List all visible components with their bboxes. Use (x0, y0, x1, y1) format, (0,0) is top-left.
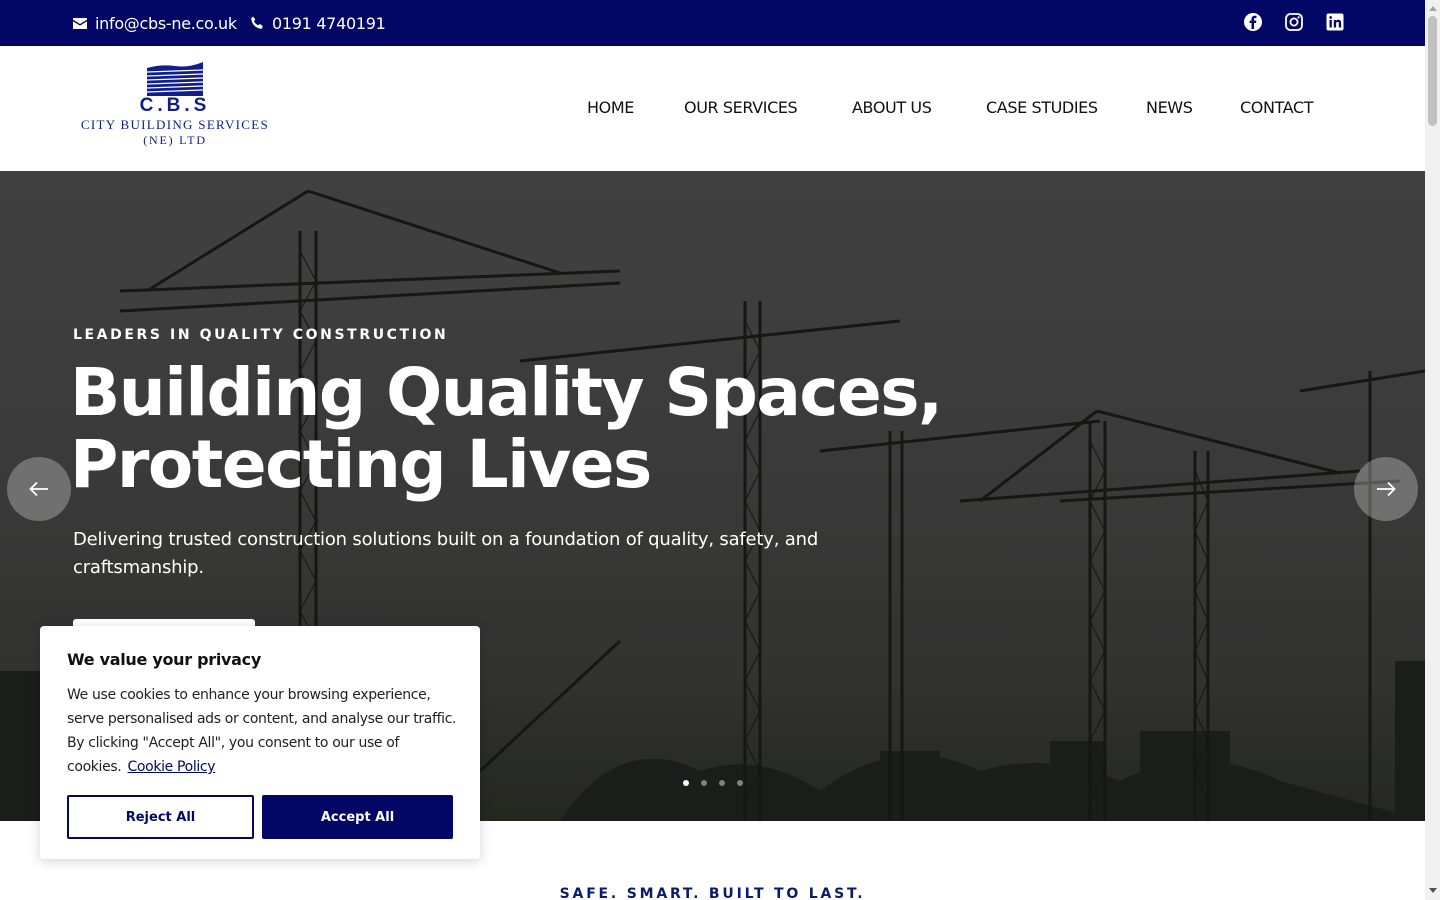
slider-dot[interactable] (737, 780, 743, 786)
nav-item-case-studies[interactable]: CASE STUDIES (986, 98, 1098, 117)
hero-headline-line-1: Building Quality Spaces, (70, 354, 943, 431)
logo-company-name: CITY BUILDING SERVICES (80, 117, 270, 132)
scroll-up-arrow-icon[interactable] (1429, 6, 1437, 11)
arrow-right-icon (1377, 481, 1396, 497)
slider-next-button[interactable] (1354, 457, 1418, 521)
nav-item-news[interactable]: NEWS (1146, 98, 1193, 117)
linkedin-icon[interactable] (1325, 12, 1345, 32)
reject-all-button[interactable]: Reject All (67, 795, 254, 839)
scroll-down-arrow-icon[interactable] (1429, 888, 1437, 893)
slider-dot[interactable] (683, 780, 689, 786)
hero-eyebrow: LEADERS IN QUALITY CONSTRUCTION (73, 327, 449, 343)
accept-all-button[interactable]: Accept All (262, 795, 453, 839)
email-link[interactable]: info@cbs-ne.co.uk (73, 0, 237, 46)
nav-item-contact[interactable]: CONTACT (1240, 98, 1313, 117)
page-scrollbar[interactable] (1425, 0, 1440, 900)
slider-prev-button[interactable] (7, 457, 71, 521)
arrow-left-icon (29, 481, 48, 497)
cookie-title: We value your privacy (67, 650, 261, 669)
slider-dot[interactable] (701, 780, 707, 786)
hero-headline: Building Quality Spaces, Protecting Live… (70, 354, 943, 503)
site-header: C.B.S CITY BUILDING SERVICES (NE) LTD HO… (0, 46, 1425, 171)
phone-icon (251, 16, 263, 29)
cookie-message-text: We use cookies to enhance your browsing … (67, 687, 457, 775)
nav-item-home[interactable]: HOME (587, 98, 634, 117)
nav-item-our-services[interactable]: OUR SERVICES (684, 98, 798, 117)
facebook-icon[interactable] (1243, 12, 1263, 32)
logo-abbreviation: C.B.S (139, 95, 211, 116)
cookie-message: We use cookies to enhance your browsing … (67, 683, 457, 779)
slider-pagination (683, 780, 743, 786)
hero-subheading: Delivering trusted construction solution… (73, 529, 819, 578)
top-bar: info@cbs-ne.co.uk 0191 4740191 (0, 0, 1425, 46)
phone-text: 0191 4740191 (272, 13, 386, 33)
section-tagline: SAFE. SMART. BUILT TO LAST. (559, 886, 866, 900)
instagram-icon[interactable] (1284, 12, 1304, 32)
phone-link[interactable]: 0191 4740191 (250, 0, 386, 46)
envelope-icon (73, 17, 87, 29)
logo-company-suffix: (NE) LTD (143, 133, 207, 147)
building-logo-icon (147, 62, 203, 96)
slider-dot[interactable] (719, 780, 725, 786)
email-text: info@cbs-ne.co.uk (95, 13, 237, 33)
company-logo[interactable]: C.B.S CITY BUILDING SERVICES (NE) LTD (73, 62, 277, 154)
cookie-policy-link[interactable]: Cookie Policy (128, 759, 216, 775)
nav-item-about-us[interactable]: ABOUT US (852, 98, 932, 117)
hero-headline-line-2: Protecting Lives (70, 426, 652, 503)
cookie-consent-banner: We value your privacy We use cookies to … (40, 626, 480, 859)
scrollbar-thumb[interactable] (1428, 16, 1437, 126)
